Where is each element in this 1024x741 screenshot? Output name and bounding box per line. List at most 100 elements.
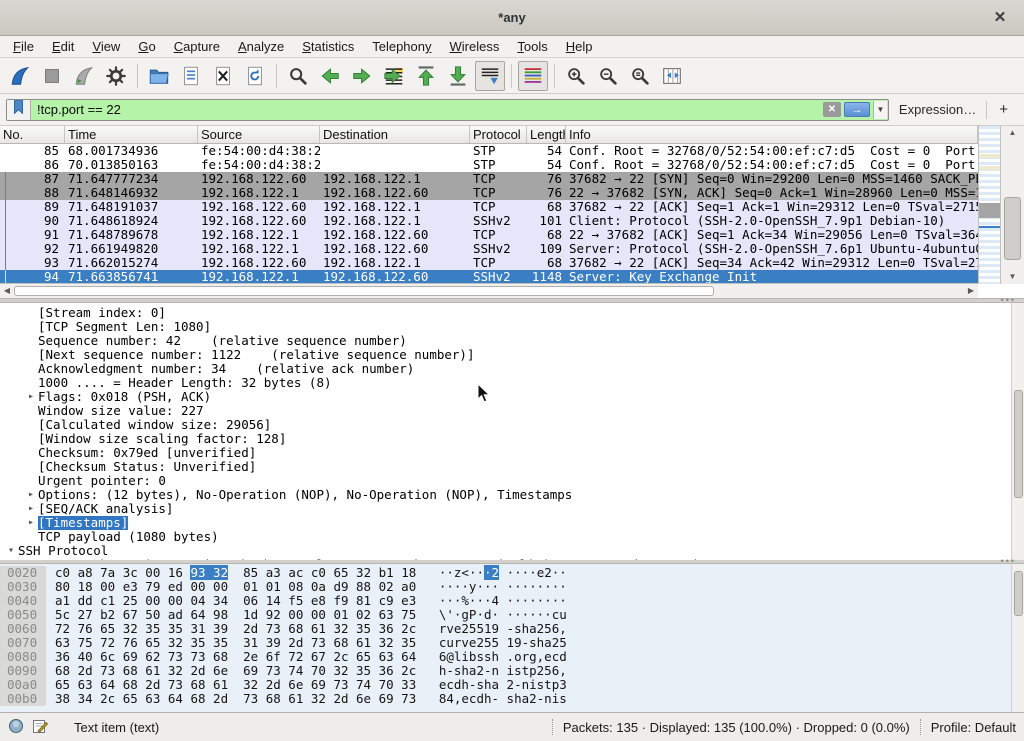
hscroll-thumb[interactable] [14, 286, 714, 296]
detail-line[interactable]: [TCP Segment Len: 1080] [0, 320, 1011, 334]
menu-item-edit[interactable]: Edit [43, 37, 83, 56]
scroll-up-arrow-icon[interactable]: ▲ [1001, 126, 1024, 140]
profile-text[interactable]: Profile: Default [931, 720, 1016, 735]
vscroll-thumb[interactable] [1004, 197, 1021, 260]
column-header-destination[interactable]: Destination [320, 126, 470, 143]
go-forward-button[interactable] [347, 61, 377, 91]
column-header-length[interactable]: Length [527, 126, 566, 143]
apply-filter-button[interactable]: → [844, 102, 870, 117]
go-last-packet-button[interactable] [443, 61, 473, 91]
zoom-in-button[interactable] [561, 61, 591, 91]
scroll-right-arrow-icon[interactable]: ▶ [964, 284, 978, 298]
detail-line[interactable]: ▸Options: (12 bytes), No-Operation (NOP)… [0, 488, 1011, 502]
close-icon[interactable]: ✕ [990, 8, 1010, 28]
detail-line[interactable]: ▾SSH Protocol [0, 544, 1011, 558]
detail-line[interactable]: [Window size scaling factor: 128] [0, 432, 1011, 446]
expression-button[interactable]: Expression… [889, 102, 986, 117]
packet-list-vscrollbar[interactable]: ▲ ▼ [1000, 126, 1024, 284]
expander-icon[interactable]: ▸ [24, 516, 38, 530]
hex-row-0090[interactable]: 009068 2d 73 68 61 32 2d 6e 69 73 74 70 … [0, 664, 1011, 678]
detail-line[interactable]: Window size value: 227 [0, 404, 1011, 418]
hex-row-0040[interactable]: 0040a1 dd c1 25 00 00 04 34 06 14 f5 e8 … [0, 594, 1011, 608]
close-file-button[interactable] [208, 61, 238, 91]
menu-item-wireless[interactable]: Wireless [441, 37, 509, 56]
detail-line[interactable]: Urgent pointer: 0 [0, 474, 1011, 488]
colorize-toggle[interactable] [518, 61, 548, 91]
clear-filter-button[interactable]: ✕ [823, 102, 841, 117]
hex-row-0020[interactable]: 0020c0 a8 7a 3c 00 16 93 32 85 a3 ac c0 … [0, 566, 1011, 580]
go-to-packet-button[interactable] [379, 61, 409, 91]
details-vscrollbar[interactable] [1011, 303, 1024, 560]
menu-item-analyze[interactable]: Analyze [229, 37, 293, 56]
reload-file-button[interactable] [240, 61, 270, 91]
expander-icon[interactable]: ▾ [4, 544, 18, 558]
save-file-button[interactable] [176, 61, 206, 91]
menu-item-capture[interactable]: Capture [165, 37, 229, 56]
packet-row-87[interactable]: 8771.647777234192.168.122.60192.168.122.… [0, 172, 978, 186]
expander-icon[interactable]: ▸ [24, 488, 38, 502]
capture-options-button[interactable] [101, 61, 131, 91]
packet-row-85[interactable]: 8568.001734936fe:54:00:d4:38:2aSTP54Conf… [0, 144, 978, 158]
detail-line[interactable]: ▸[SEQ/ACK analysis] [0, 502, 1011, 516]
filter-bookmark-button[interactable] [7, 100, 31, 120]
column-header-no[interactable]: No. [0, 126, 65, 143]
detail-line[interactable]: [Next sequence number: 1122 (relative se… [0, 348, 1011, 362]
filter-history-caret[interactable]: ▼ [873, 101, 887, 119]
packet-row-88[interactable]: 8871.648146932192.168.122.1192.168.122.6… [0, 186, 978, 200]
expander-icon[interactable]: ▸ [24, 502, 38, 516]
add-filter-button[interactable]: + [987, 101, 1018, 118]
column-header-info[interactable]: Info [566, 126, 978, 143]
scroll-down-arrow-icon[interactable]: ▼ [1001, 270, 1024, 284]
menu-item-view[interactable]: View [83, 37, 129, 56]
packet-row-86[interactable]: 8670.013850163fe:54:00:d4:38:2aSTP54Conf… [0, 158, 978, 172]
find-packet-button[interactable] [283, 61, 313, 91]
detail-line[interactable]: Checksum: 0x79ed [unverified] [0, 446, 1011, 460]
menu-item-telephony[interactable]: Telephony [363, 37, 440, 56]
menu-item-tools[interactable]: Tools [508, 37, 556, 56]
column-header-source[interactable]: Source [198, 126, 320, 143]
hex-row-0070[interactable]: 007063 75 72 76 65 32 35 35 31 39 2d 73 … [0, 636, 1011, 650]
detail-line[interactable]: ▸[Timestamps] [0, 516, 1011, 530]
detail-line[interactable]: [Checksum Status: Unverified] [0, 460, 1011, 474]
hex-row-00b0[interactable]: 00b038 34 2c 65 63 64 68 2d 73 68 61 32 … [0, 692, 1011, 706]
start-capture-button[interactable] [5, 61, 35, 91]
packet-list-hscrollbar[interactable]: ◀ ▶ [0, 283, 978, 298]
restart-capture-button[interactable] [69, 61, 99, 91]
stop-capture-button[interactable] [37, 61, 67, 91]
menu-item-file[interactable]: File [4, 37, 43, 56]
expander-icon[interactable]: ▸ [24, 390, 38, 404]
capture-comment-icon[interactable] [32, 718, 48, 737]
open-file-button[interactable] [144, 61, 174, 91]
menu-item-go[interactable]: Go [129, 37, 164, 56]
go-back-button[interactable] [315, 61, 345, 91]
detail-line[interactable]: Sequence number: 42 (relative sequence n… [0, 334, 1011, 348]
hex-row-0060[interactable]: 006072 76 65 32 35 35 31 39 2d 73 68 61 … [0, 622, 1011, 636]
hex-vscrollbar[interactable] [1011, 564, 1024, 712]
detail-line[interactable]: ▸Flags: 0x018 (PSH, ACK) [0, 390, 1011, 404]
hex-scroll-thumb[interactable] [1014, 571, 1023, 615]
scroll-left-arrow-icon[interactable]: ◀ [0, 284, 14, 298]
hex-row-0080[interactable]: 008036 40 6c 69 62 73 73 68 2e 6f 72 67 … [0, 650, 1011, 664]
packet-row-94[interactable]: 9471.663856741192.168.122.1192.168.122.6… [0, 270, 978, 284]
detail-line[interactable]: [Calculated window size: 29056] [0, 418, 1011, 432]
packet-row-90[interactable]: 9071.648618924192.168.122.60192.168.122.… [0, 214, 978, 228]
column-header-protocol[interactable]: Protocol [470, 126, 527, 143]
column-header-time[interactable]: Time [65, 126, 198, 143]
expert-info-icon[interactable] [8, 718, 24, 737]
detail-line[interactable]: [Stream index: 0] [0, 306, 1011, 320]
packet-row-92[interactable]: 9271.661949820192.168.122.1192.168.122.6… [0, 242, 978, 256]
packet-row-89[interactable]: 8971.648191037192.168.122.60192.168.122.… [0, 200, 978, 214]
details-scroll-thumb[interactable] [1014, 390, 1023, 498]
hex-row-0050[interactable]: 00505c 27 b2 67 50 ad 64 98 1d 92 00 00 … [0, 608, 1011, 622]
menu-item-help[interactable]: Help [557, 37, 602, 56]
packet-row-91[interactable]: 9171.648789678192.168.122.1192.168.122.6… [0, 228, 978, 242]
resize-columns-button[interactable] [657, 61, 687, 91]
menu-item-statistics[interactable]: Statistics [293, 37, 363, 56]
zoom-out-button[interactable] [593, 61, 623, 91]
filter-text[interactable]: !tcp.port == 22 [31, 102, 823, 117]
packet-row-93[interactable]: 9371.662015274192.168.122.60192.168.122.… [0, 256, 978, 270]
detail-line[interactable]: Acknowledgment number: 34 (relative ack … [0, 362, 1011, 376]
go-first-packet-button[interactable] [411, 61, 441, 91]
detail-line[interactable]: TCP payload (1080 bytes) [0, 530, 1011, 544]
auto-scroll-toggle[interactable] [475, 61, 505, 91]
